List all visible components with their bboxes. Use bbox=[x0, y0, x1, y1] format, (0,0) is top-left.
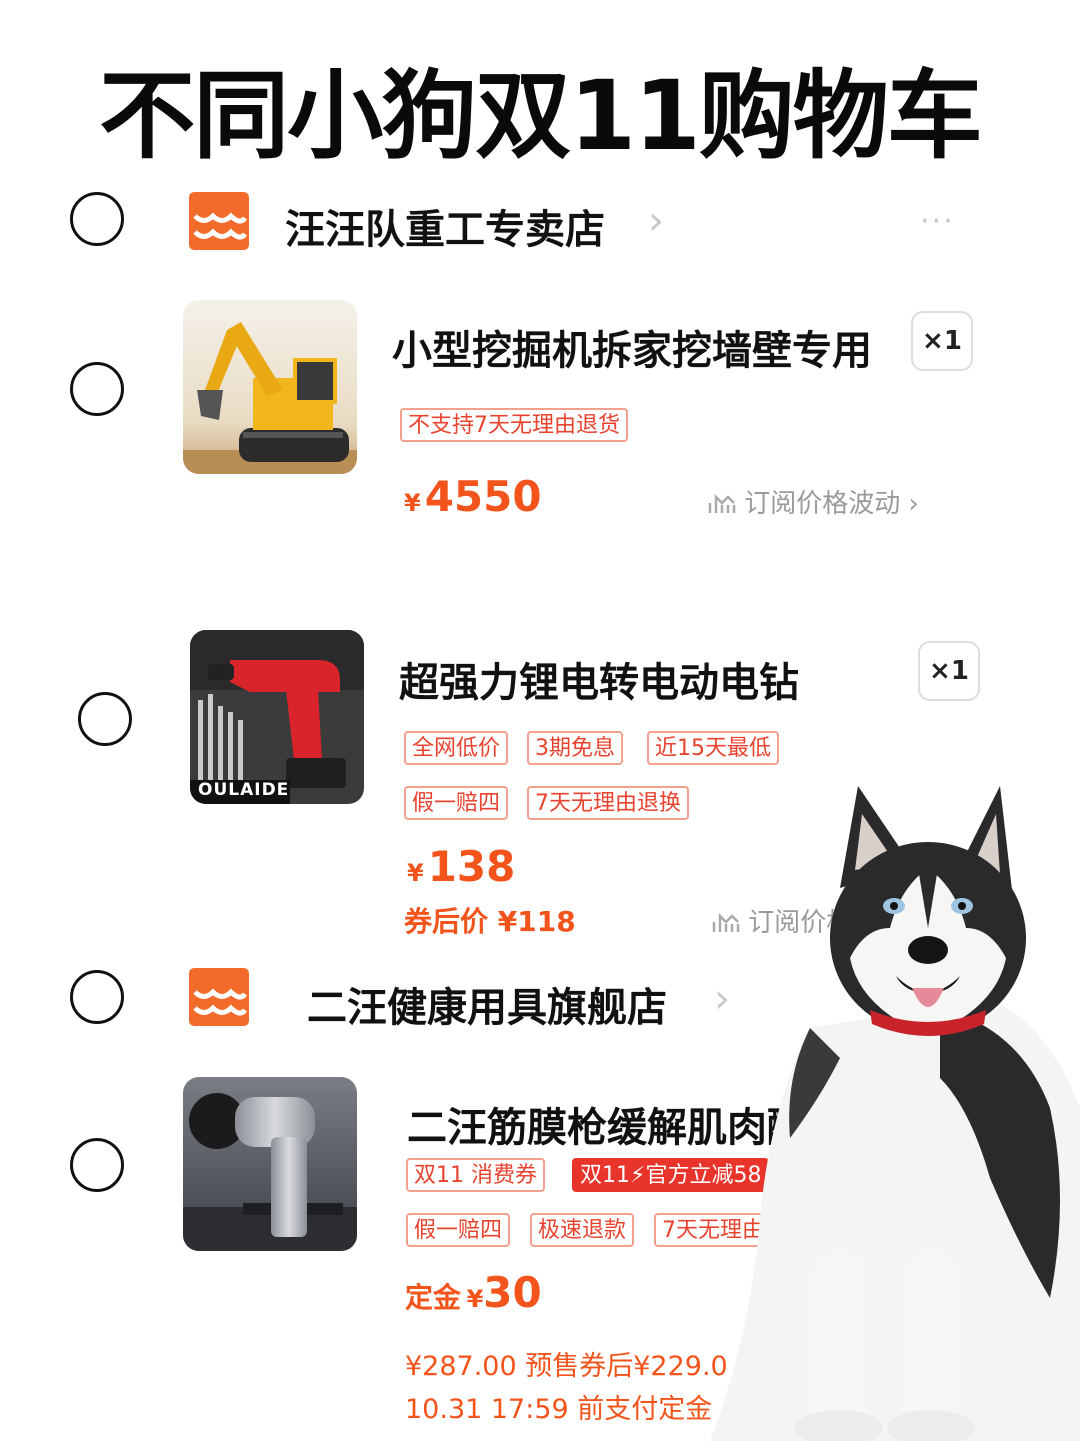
item-select-radio[interactable] bbox=[70, 1138, 124, 1192]
store-name[interactable]: 汪汪队重工专卖店 bbox=[285, 197, 605, 255]
tag-15day-lowest: 近15天最低 bbox=[647, 731, 779, 765]
chevron-right-icon[interactable]: › bbox=[648, 198, 664, 244]
store-select-radio[interactable] bbox=[70, 192, 124, 246]
deposit-value: 30 bbox=[483, 1268, 542, 1317]
price-value: 4550 bbox=[424, 472, 542, 521]
tag-lowest-price: 全网低价 bbox=[404, 731, 509, 765]
tag-7day-return: 7天无理由退换 bbox=[527, 786, 689, 820]
more-options-icon[interactable]: ··· bbox=[920, 204, 955, 239]
deposit-deadline: 10.31 17:59 前支付定金 bbox=[405, 1394, 713, 1425]
product-name[interactable]: 超强力锂电转电动电钻 bbox=[399, 650, 799, 708]
item-price: ¥138 bbox=[407, 842, 515, 891]
tag-no-return: 不支持7天无理由退货 bbox=[400, 408, 628, 442]
product-image-drill[interactable]: OULAIDE bbox=[190, 630, 364, 804]
page-title: 不同小狗双11购物车 bbox=[99, 60, 983, 172]
quantity-selector[interactable]: ×1 bbox=[911, 311, 973, 371]
store-select-radio[interactable] bbox=[70, 970, 124, 1024]
store-icon bbox=[189, 192, 249, 250]
product-image-excavator[interactable] bbox=[183, 300, 357, 474]
price-value: 138 bbox=[427, 842, 516, 891]
currency-symbol: ¥ bbox=[466, 1285, 484, 1313]
product-name[interactable]: 小型挖掘机拆家挖墙壁专用 bbox=[392, 318, 872, 376]
item-price: ¥4550 bbox=[404, 472, 542, 521]
trend-chart-icon bbox=[708, 493, 736, 513]
deposit-price: 定金 ¥30 bbox=[405, 1268, 542, 1317]
subscribe-price-link[interactable]: 订阅价格波动 › bbox=[708, 483, 919, 520]
husky-dog-image bbox=[710, 786, 1080, 1441]
tag-fake-compensation: 假一赔四 bbox=[406, 1213, 511, 1247]
item-select-radio[interactable] bbox=[70, 362, 124, 416]
currency-symbol: ¥ bbox=[404, 489, 421, 517]
quantity-selector[interactable]: ×1 bbox=[918, 641, 980, 701]
chevron-right-icon[interactable]: › bbox=[900, 489, 919, 519]
tag-installment: 3期免息 bbox=[527, 731, 623, 765]
item-select-radio[interactable] bbox=[78, 692, 132, 746]
tag-double11-coupon: 双11 消费券 bbox=[406, 1158, 545, 1192]
tag-fake-compensation: 假一赔四 bbox=[404, 786, 509, 820]
deposit-label: 定金 bbox=[405, 1281, 462, 1314]
store-icon bbox=[189, 968, 249, 1026]
presale-price-line: ¥287.00 预售券后¥229.0 bbox=[405, 1351, 728, 1382]
brand-mark: OULAIDE bbox=[198, 780, 290, 800]
store-name[interactable]: 二汪健康用具旗舰店 bbox=[307, 975, 667, 1033]
tag-fast-refund: 极速退款 bbox=[530, 1213, 635, 1247]
coupon-price: 券后价 ¥118 bbox=[404, 905, 576, 938]
currency-symbol: ¥ bbox=[407, 859, 424, 887]
product-image-massage-gun[interactable] bbox=[183, 1077, 357, 1251]
subscribe-label[interactable]: 订阅价格波动 bbox=[744, 489, 900, 519]
